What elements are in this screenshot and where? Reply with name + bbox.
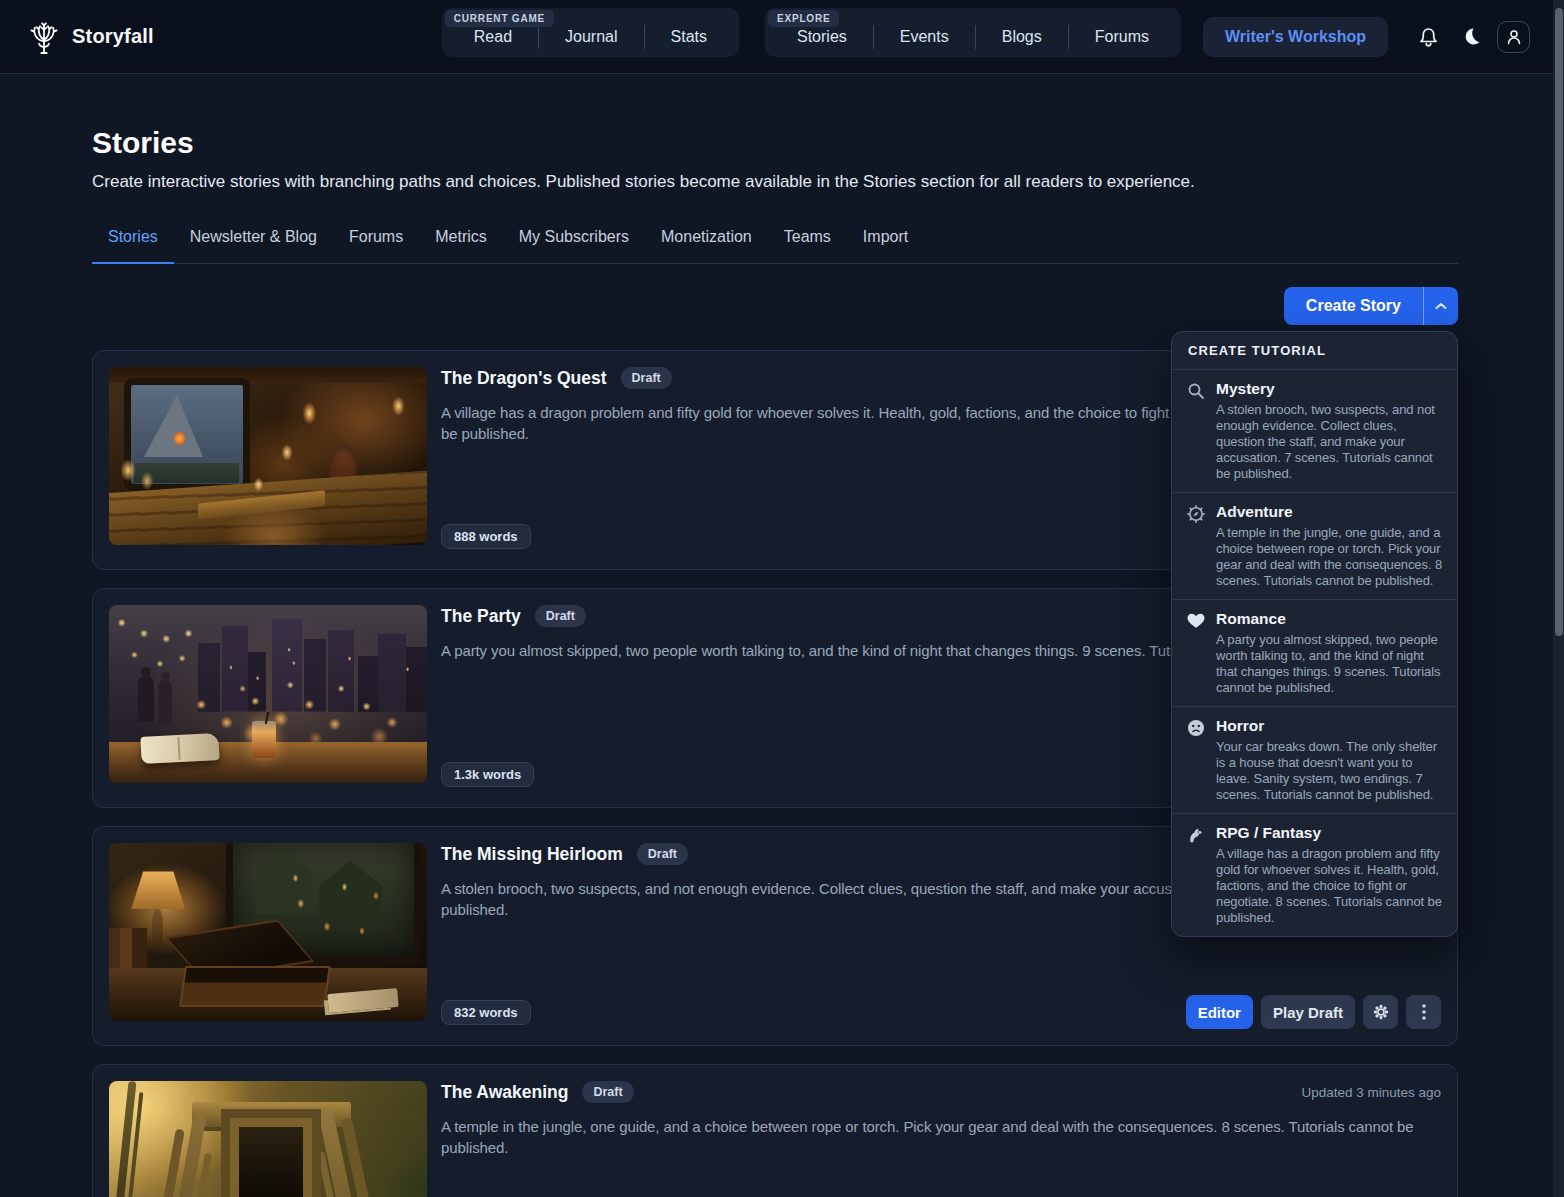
writers-workshop-button[interactable]: Writer's Workshop	[1203, 17, 1388, 57]
dropdown-item-rpg-fantasy[interactable]: RPG / Fantasy A village has a dragon pro…	[1172, 813, 1457, 936]
word-count-badge: 1.3k words	[441, 762, 534, 787]
draft-badge: Draft	[637, 843, 688, 865]
updated-timestamp: Updated 3 minutes ago	[1301, 1085, 1441, 1100]
nav-item-forums[interactable]: Forums	[1068, 25, 1175, 49]
magnifier-icon	[1187, 382, 1205, 482]
word-count-badge: 832 words	[441, 1000, 531, 1025]
bell-icon[interactable]	[1418, 26, 1439, 48]
word-count-badge: 888 words	[441, 524, 531, 549]
tab-stories[interactable]: Stories	[92, 228, 174, 263]
tab-newsletter-blog[interactable]: Newsletter & Blog	[174, 228, 333, 263]
dropdown-item-title: RPG / Fantasy	[1216, 823, 1445, 842]
nav-group-label: EXPLORE	[768, 10, 839, 27]
chevron-up-icon	[1435, 302, 1447, 310]
dropdown-item-description: A stolen brooch, two suspects, and not e…	[1216, 402, 1445, 482]
page-scrollbar-track[interactable]	[1553, 0, 1564, 1197]
dropdown-item-adventure[interactable]: Adventure A temple in the jungle, one gu…	[1172, 492, 1457, 599]
page-subtitle: Create interactive stories with branchin…	[92, 172, 1458, 192]
create-story-button[interactable]: Create Story	[1284, 287, 1423, 325]
nav-group-current-game: CURRENT GAME Read Journal Stats	[442, 8, 739, 57]
dropdown-item-title: Horror	[1216, 716, 1445, 735]
more-options-kebab-button[interactable]	[1406, 995, 1441, 1029]
dropdown-item-title: Romance	[1216, 609, 1445, 628]
draft-badge: Draft	[582, 1081, 633, 1103]
story-card[interactable]: The Awakening Draft Updated 3 minutes ag…	[92, 1064, 1458, 1197]
dropdown-item-romance[interactable]: Romance A party you almost skipped, two …	[1172, 599, 1457, 706]
tab-import[interactable]: Import	[847, 228, 924, 263]
user-menu-button[interactable]	[1497, 21, 1530, 53]
nav-item-events[interactable]: Events	[873, 25, 975, 49]
tab-bar: Stories Newsletter & Blog Forums Metrics…	[92, 228, 1458, 264]
dropdown-header: CREATE TUTORIAL	[1172, 332, 1457, 370]
brand-name: Storyfall	[72, 25, 154, 48]
brand[interactable]: Storyfall	[28, 18, 154, 56]
story-title[interactable]: The Party	[441, 606, 521, 627]
story-title[interactable]: The Missing Heirloom	[441, 844, 623, 865]
nav-item-read[interactable]: Read	[448, 25, 538, 49]
create-story-menu-toggle[interactable]	[1423, 287, 1458, 325]
nav-item-journal[interactable]: Journal	[538, 25, 643, 49]
dropdown-item-description: A party you almost skipped, two people w…	[1216, 632, 1445, 696]
editor-button[interactable]: Editor	[1186, 995, 1253, 1029]
story-title[interactable]: The Awakening	[441, 1082, 568, 1103]
tab-forums[interactable]: Forums	[333, 228, 419, 263]
tab-metrics[interactable]: Metrics	[419, 228, 503, 263]
dropdown-item-title: Adventure	[1216, 502, 1445, 521]
story-title[interactable]: The Dragon's Quest	[441, 368, 607, 389]
heart-icon	[1187, 612, 1205, 696]
draft-badge: Draft	[535, 605, 586, 627]
frown-face-icon	[1187, 719, 1205, 803]
nav-item-blogs[interactable]: Blogs	[975, 25, 1068, 49]
tab-my-subscribers[interactable]: My Subscribers	[503, 228, 645, 263]
tab-teams[interactable]: Teams	[768, 228, 847, 263]
dragon-icon	[1187, 826, 1205, 926]
page-actions-row: Create Story	[92, 287, 1458, 325]
nav-item-stories[interactable]: Stories	[771, 25, 873, 49]
dropdown-item-mystery[interactable]: Mystery A stolen brooch, two suspects, a…	[1172, 370, 1457, 492]
page-title: Stories	[92, 126, 1458, 160]
dropdown-item-description: Your car breaks down. The only shelter i…	[1216, 739, 1445, 803]
dropdown-item-horror[interactable]: Horror Your car breaks down. The only sh…	[1172, 706, 1457, 813]
dropdown-item-description: A village has a dragon problem and fifty…	[1216, 846, 1445, 926]
story-description: A temple in the jungle, one guide, and a…	[441, 1116, 1441, 1159]
nav-right-cluster: Writer's Workshop	[1203, 17, 1530, 57]
nav-item-stats[interactable]: Stats	[644, 25, 733, 49]
storyfall-tree-logo-icon	[28, 18, 60, 56]
story-cover-image	[109, 1081, 427, 1197]
story-cover-image	[109, 367, 427, 545]
story-cover-image	[109, 605, 427, 783]
nav-group-label: CURRENT GAME	[445, 10, 554, 27]
create-tutorial-dropdown: CREATE TUTORIAL Mystery A stolen brooch,…	[1171, 331, 1458, 937]
settings-gear-button[interactable]	[1363, 995, 1398, 1029]
create-story-split-button: Create Story	[1284, 287, 1458, 325]
moon-icon[interactable]	[1461, 27, 1481, 47]
tab-monetization[interactable]: Monetization	[645, 228, 768, 263]
play-draft-button[interactable]: Play Draft	[1261, 995, 1355, 1029]
nav-group-explore: EXPLORE Stories Events Blogs Forums	[765, 8, 1181, 57]
top-navbar: Storyfall CURRENT GAME Read Journal Stat…	[0, 0, 1564, 74]
dropdown-item-title: Mystery	[1216, 379, 1445, 398]
page-scrollbar-thumb[interactable]	[1555, 8, 1563, 636]
dropdown-item-description: A temple in the jungle, one guide, and a…	[1216, 525, 1445, 589]
story-cover-image	[109, 843, 427, 1021]
draft-badge: Draft	[621, 367, 672, 389]
compass-icon	[1187, 505, 1205, 589]
